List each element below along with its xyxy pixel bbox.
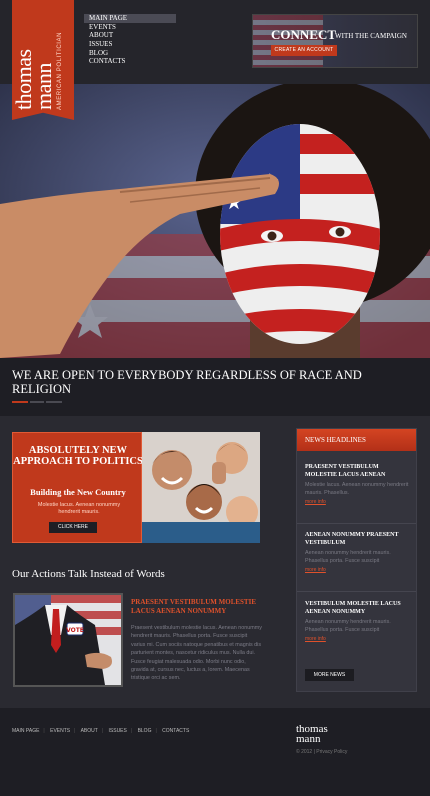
news-item-title[interactable]: AENEAN NONUMMY PRAESENT VESTIBULUM — [305, 531, 409, 547]
news-more-info-link[interactable]: more info — [305, 636, 409, 642]
logo-name-last: mann — [31, 63, 56, 110]
nav-about[interactable]: ABOUT — [84, 31, 176, 40]
footer-link-issues[interactable]: ISSUES — [109, 728, 127, 734]
slider-indicator[interactable] — [46, 401, 62, 403]
more-news-button[interactable]: MORE NEWS — [305, 669, 354, 681]
news-item-text: Aenean nonummy hendrerit mauris. Phasell… — [305, 619, 391, 634]
article-title[interactable]: PRAESENT VESTIBULUM MOLESTIE LACUS AENEA… — [131, 598, 261, 615]
site-footer: MAIN PAGE | EVENTS | ABOUT | ISSUES | BLOG | … — [0, 708, 430, 796]
main-nav: MAIN PAGE EVENTS ABOUT ISSUES BLOG CONTA… — [84, 14, 176, 66]
hero-photo: ★ ★ ★ — [0, 84, 430, 358]
news-item-text: Molestie lacus. Aenean nonummy hendrerit… — [305, 482, 409, 497]
hero-image: ★ ★ ★ — [0, 84, 430, 358]
news-item: AENEAN NONUMMY PRAESENT VESTIBULUM Aenea… — [305, 531, 409, 573]
promo-box: ABSOLUTELY NEW APPROACH TO POLITICS Buil… — [12, 432, 143, 543]
connect-subtitle: WITH THE CAMPAIGN — [335, 32, 407, 40]
news-item-title[interactable]: VESTIBULUM MOLESTIE LACUS AENEAN NONUMMY — [305, 600, 409, 616]
actions-heading: Our Actions Talk Instead of Words — [12, 568, 165, 580]
news-item-text: Aenean nonummy hendrerit mauris. Phasell… — [305, 550, 391, 565]
logo-tagline: AMERICAN POLITICIAN — [57, 31, 63, 110]
click-here-button[interactable]: CLICK HERE — [49, 522, 97, 533]
footer-link-contacts[interactable]: CONTACTS — [162, 728, 189, 734]
news-item: VESTIBULUM MOLESTIE LACUS AENEAN NONUMMY… — [305, 600, 409, 642]
news-header: NEWS HEADLINES — [297, 429, 416, 451]
nav-events[interactable]: EVENTS — [84, 23, 176, 32]
nav-issues[interactable]: ISSUES — [84, 40, 176, 49]
promo-subheading: Building the New Country — [30, 487, 126, 497]
footer-link-events[interactable]: EVENTS — [50, 728, 70, 734]
news-item: PRAESENT VESTIBULUM MOLESTIE LACUS AENEA… — [305, 463, 409, 505]
slider-indicator-active[interactable] — [12, 401, 28, 403]
news-more-info-link[interactable]: more info — [305, 499, 409, 505]
news-sidebar: NEWS HEADLINES PRAESENT VESTIBULUM MOLES… — [296, 428, 417, 692]
footer-link-about[interactable]: ABOUT — [81, 728, 98, 734]
vote-badge: VOTE — [66, 627, 84, 634]
divider — [297, 591, 416, 592]
nav-contacts[interactable]: CONTACTS — [84, 57, 176, 66]
connect-title: CONNECT — [271, 27, 337, 42]
promo-description: Molestie lacus. Aenean nonummy hendrerit… — [37, 502, 121, 515]
news-item-title[interactable]: PRAESENT VESTIBULUM MOLESTIE LACUS AENEA… — [305, 463, 409, 479]
news-more-info-link[interactable]: more info — [305, 567, 409, 573]
create-account-button[interactable]: CREATE AN ACCOUNT — [271, 45, 337, 56]
brand-logo[interactable]: thomas mann AMERICAN POLITICIAN — [12, 0, 74, 120]
crowd-photo — [142, 432, 260, 543]
nav-main-page[interactable]: MAIN PAGE — [84, 14, 176, 23]
hero-caption: WE ARE OPEN TO EVERYBODY REGARDLESS OF R… — [0, 358, 430, 416]
promo-heading: ABSOLUTELY NEW APPROACH TO POLITICS — [13, 445, 143, 467]
politician-photo: VOTE — [13, 593, 123, 687]
divider — [297, 523, 416, 524]
footer-link-main-page[interactable]: MAIN PAGE — [12, 728, 39, 734]
footer-copyright[interactable]: © 2012 | Privacy Policy — [296, 749, 347, 755]
footer-logo-last: mann — [296, 733, 321, 745]
footer-link-blog[interactable]: BLOG — [138, 728, 152, 734]
footer-nav: MAIN PAGE | EVENTS | ABOUT | ISSUES | BLOG | … — [12, 728, 190, 734]
hero-headline: WE ARE OPEN TO EVERYBODY REGARDLESS OF R… — [12, 368, 362, 396]
connect-panel: CONNECT WITH THE CAMPAIGN CREATE AN ACCO… — [252, 14, 418, 68]
footer-logo[interactable]: thomas mann — [296, 724, 328, 745]
nav-blog[interactable]: BLOG — [84, 49, 176, 58]
article-text: Praesent vestibulum molestie lacus. Aene… — [131, 625, 262, 682]
slider-indicator[interactable] — [30, 401, 44, 403]
